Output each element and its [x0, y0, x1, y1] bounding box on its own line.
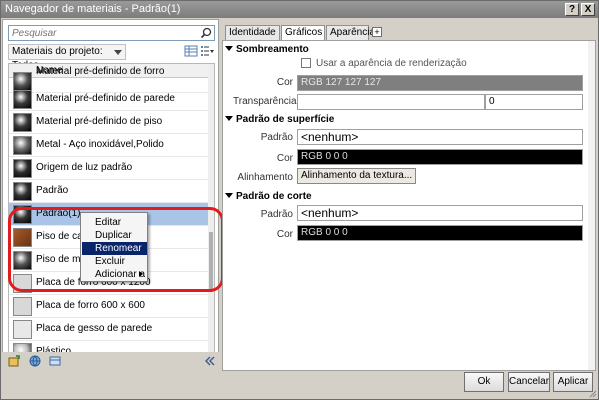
ok-button[interactable]: Ok: [464, 372, 504, 392]
material-name: Placa de gesso de parede: [36, 323, 153, 334]
material-row[interactable]: Placa de gesso de parede: [9, 318, 208, 341]
material-name: Metal - Aço inoxidável,Polido: [36, 139, 164, 150]
tab-graphics[interactable]: Gráficos: [281, 25, 325, 40]
add-tab-button[interactable]: +: [372, 27, 382, 37]
list-toolbar: [2, 352, 219, 370]
alignment-label: Alinhamento: [237, 172, 293, 183]
material-row[interactable]: Placa de forro 600 x 600: [9, 295, 208, 318]
title-bar: Navegador de materiais - Padrão(1) ? X: [1, 1, 598, 18]
search-icon[interactable]: [200, 27, 212, 39]
search-input[interactable]: [9, 26, 194, 40]
transparency-slider[interactable]: [297, 94, 485, 110]
collapse-triangle-icon: [225, 193, 233, 198]
material-thumbnail: [13, 320, 32, 339]
material-thumbnail: [13, 113, 32, 132]
material-name: Material pré-definido de forro: [36, 66, 165, 77]
section-shading-header[interactable]: Sombreamento: [225, 44, 309, 55]
material-thumbnail: [13, 159, 32, 178]
project-filter-dropdown[interactable]: Materiais do projeto: Todos: [8, 44, 126, 71]
section-cut-title: Padrão de corte: [236, 191, 312, 202]
material-thumbnail: [13, 182, 32, 201]
help-button[interactable]: ?: [565, 3, 579, 16]
cut-pattern-label: Padrão: [260, 209, 293, 220]
shading-color-field[interactable]: RGB 127 127 127: [297, 75, 583, 91]
window-title: Navegador de materiais - Padrão(1): [5, 3, 181, 15]
shading-color-label: Cor: [276, 77, 293, 88]
chevron-down-icon: [114, 50, 122, 55]
list-options-icon[interactable]: [200, 44, 214, 58]
new-material-icon[interactable]: [8, 355, 20, 367]
material-name: Placa de forro 600 x 600: [36, 300, 145, 311]
material-row[interactable]: Material pré-definido de parede: [9, 88, 208, 111]
surface-pattern-label: Padrão: [260, 132, 293, 143]
material-name: Material pré-definido de parede: [36, 93, 175, 104]
resize-grip-icon[interactable]: [589, 390, 597, 398]
material-row[interactable]: Material pré-definido de piso: [9, 111, 208, 134]
close-button[interactable]: X: [581, 3, 595, 16]
use-render-appearance-label: Usar a aparência de renderização: [316, 58, 467, 69]
section-cut-header[interactable]: Padrão de corte: [225, 191, 312, 202]
section-surface-title: Padrão de superfície: [236, 114, 335, 125]
collapse-panel-icon[interactable]: [204, 355, 216, 367]
material-row[interactable]: Padrão: [9, 180, 208, 203]
asset-browser-icon[interactable]: [49, 355, 61, 367]
material-name: Padrão: [36, 185, 69, 196]
transparency-label: Transparência: [233, 96, 297, 107]
material-name: Origem de luz padrão: [36, 162, 133, 173]
cut-pattern-field[interactable]: <nenhum>: [297, 205, 583, 221]
cut-color-field[interactable]: RGB 0 0 0: [297, 225, 583, 241]
material-row[interactable]: Metal - Aço inoxidável,Polido: [9, 134, 208, 157]
cut-color-label: Cor: [276, 229, 293, 240]
tab-appearance[interactable]: Aparência: [326, 25, 375, 40]
section-surface-header[interactable]: Padrão de superfície: [225, 114, 334, 125]
use-render-appearance-checkbox[interactable]: [301, 58, 311, 68]
surface-color-label: Cor: [276, 153, 293, 164]
material-name: Material pré-definido de piso: [36, 116, 163, 127]
annotation-highlight-ring: [8, 207, 224, 292]
transparency-value-field[interactable]: 0: [485, 94, 583, 110]
properties-scrollbar[interactable]: [588, 41, 595, 370]
material-thumbnail: [13, 90, 32, 109]
cancel-button[interactable]: Cancelar: [508, 372, 550, 392]
collapse-triangle-icon: [225, 46, 233, 51]
material-thumbnail: [13, 297, 32, 316]
section-shading-title: Sombreamento: [236, 44, 309, 55]
grid-view-icon[interactable]: [184, 44, 198, 58]
graphics-properties-panel: Sombreamento Usar a aparência de renderi…: [222, 40, 596, 371]
material-thumbnail: [13, 136, 32, 155]
surface-pattern-field[interactable]: <nenhum>: [297, 129, 583, 145]
collapse-triangle-icon: [225, 116, 233, 121]
search-box: [8, 25, 215, 41]
apply-button[interactable]: Aplicar: [553, 372, 593, 392]
project-filter-row: Materiais do projeto: Todos: [8, 44, 215, 71]
library-globe-icon[interactable]: [29, 355, 41, 367]
tab-identity[interactable]: Identidade: [225, 25, 280, 40]
material-list-panel: Materiais do projeto: Todos Nome Materia…: [2, 19, 219, 370]
material-row[interactable]: Origem de luz padrão: [9, 157, 208, 180]
surface-color-field[interactable]: RGB 0 0 0: [297, 149, 583, 165]
texture-alignment-button[interactable]: Alinhamento da textura...: [297, 168, 417, 184]
